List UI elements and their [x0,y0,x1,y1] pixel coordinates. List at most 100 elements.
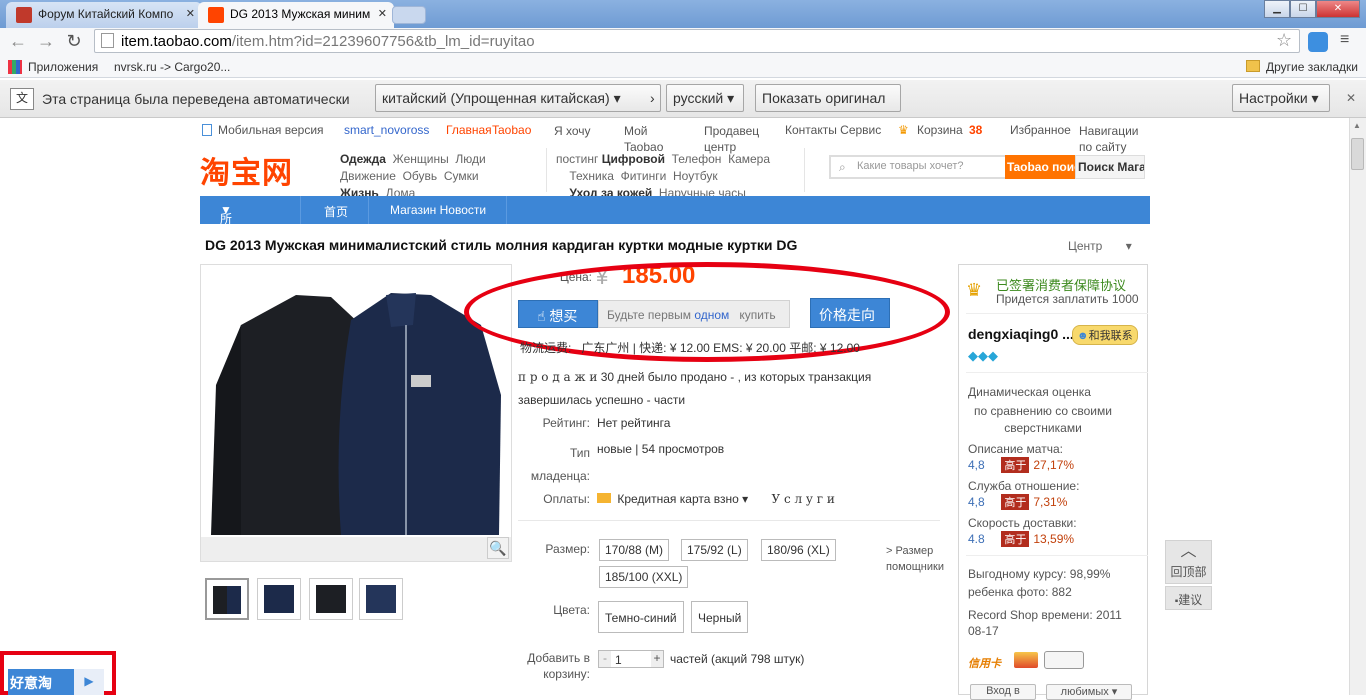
pay-note: Придется заплатить 1000 [996,292,1139,306]
cart-link[interactable]: Корзина [917,123,963,137]
cat-link[interactable]: Техника [569,169,614,183]
new-tab-button[interactable] [392,6,426,24]
zoom-icon[interactable]: 🔍 [487,537,509,559]
seller-name[interactable]: dengxiaqing0 ... [968,326,1074,342]
contact-seller-button[interactable]: ☻和我联系 [1072,325,1138,345]
suggestion-button[interactable]: ▪建议 [1165,586,1212,610]
main-link[interactable]: Главная [446,123,492,137]
forum-favicon-icon [16,7,32,23]
bookmark-nvrsk[interactable]: nvrsk.ru -> Cargo20... [114,60,230,74]
close-translate-icon[interactable]: ✕ [1346,91,1356,105]
tab-forum[interactable]: Форум Китайский Компо ✕ [6,2,202,28]
close-tab-icon[interactable]: ✕ [378,7,387,20]
thumbnail-4[interactable] [359,578,403,620]
cat-title[interactable]: Цифровой [602,152,665,166]
translate-settings-button[interactable]: Настройки ▾ [1232,84,1330,112]
cat-link[interactable]: Ноутбук [673,169,718,183]
size-option-m[interactable]: 170/88 (M) [599,539,670,561]
shop-search-button[interactable]: Поиск Магазин [1075,155,1145,179]
page-scrollbar[interactable] [1349,118,1366,695]
taobao-link[interactable]: Taobao [492,123,531,137]
thumbnail-3[interactable] [309,578,353,620]
scroll-up-icon[interactable]: ▲ [1353,121,1361,130]
play-arrow-icon[interactable]: ▶ [74,669,104,695]
site-navigation-menu[interactable]: Навигации по сайту [1079,123,1139,155]
cat-link[interactable]: Женщины [393,152,449,166]
shop-news-link[interactable]: Магазин Новости [390,203,486,217]
quantity-value[interactable]: 1 [615,653,622,667]
haoyitao-button[interactable]: 好意淘 ▶ [8,669,104,695]
cat-link[interactable]: Камера [728,152,770,166]
home-link[interactable]: 首页 [324,203,348,220]
forward-arrow-icon[interactable]: → [36,32,56,52]
tab-label: Форум Китайский Компо [38,7,174,21]
username-link[interactable]: smart_novoross [344,123,429,137]
cat-link[interactable]: Обувь [403,169,438,183]
bookmark-other[interactable]: Другие закладки [1266,60,1358,74]
divider [518,520,940,521]
size-option-l[interactable]: 175/92 (L) [681,539,748,561]
metric-score: 4,8 [968,495,985,509]
size-helper-link[interactable]: > Размер помощники [886,543,950,575]
to-language-select[interactable]: русский ▾ [666,84,744,112]
sales-prefix: п р о д а ж и [518,370,598,384]
scrollbar-thumb[interactable] [1351,138,1364,170]
address-bar[interactable]: item.taobao.com/item.htm?id=21239607756&… [94,29,1300,53]
metric-pct: 7,31% [1033,495,1068,509]
taobao-logo[interactable]: 淘宝网 [200,148,293,192]
enter-shop-button[interactable]: Вход в [970,684,1036,700]
minimize-icon[interactable]: ▁ [1264,0,1290,18]
thumbnail-2[interactable] [257,578,301,620]
contact-label: 和我联系 [1088,330,1133,342]
search-input[interactable]: ⌕ Какие товары хочет? [829,155,1005,179]
thumbnail-1[interactable] [205,578,249,620]
tab-taobao-product[interactable]: DG 2013 Мужская миним ✕ [198,2,394,28]
quantity-stepper[interactable]: - 1 + [598,650,664,668]
all-categories-link[interactable]: 所有分类 ▼ [220,203,232,277]
cat-link[interactable]: Движение [340,169,396,183]
services-text: У с л у г и [771,492,835,506]
back-arrow-icon[interactable]: ← [8,32,28,52]
cat-link[interactable]: Люди [455,152,485,166]
show-original-button[interactable]: Показать оригинал [755,84,901,112]
cat-link[interactable]: постинг [556,152,598,166]
maximize-icon[interactable]: ☐ [1290,0,1316,18]
bookmark-star-icon[interactable]: ☆ [1276,30,1292,51]
reload-icon[interactable]: ↻ [64,32,84,52]
size-option-xl[interactable]: 180/96 (XL) [761,539,836,561]
from-language-select[interactable]: китайский (Упрощенная китайская) ▾ [375,84,661,112]
bookmark-apps[interactable]: Приложения [28,60,98,74]
payment-value: Кредитная карта взно ▾ У с л у г и [597,492,835,506]
close-window-icon[interactable]: ✕ [1316,0,1360,18]
type-label: Тип младенца: [530,446,590,483]
menu-icon[interactable]: ≡ [1340,31,1349,49]
i-want-menu[interactable]: Я хочу [554,123,604,139]
contacts-link[interactable]: Контакты Сервис [785,123,881,137]
apps-icon [8,60,22,74]
center-dropdown[interactable]: Центр ▾ [1068,239,1132,253]
url-host: item.taobao.com [121,33,232,50]
favorites-menu[interactable]: Избранное [1010,123,1071,137]
metric-label: Описание матча: [968,442,1063,456]
taobao-search-button[interactable]: Taobao поиск [1005,155,1075,179]
window-controls: ▁ ☐ ✕ [1264,0,1360,18]
cat-link[interactable]: Сумки [444,169,479,183]
cat-link[interactable]: Телефон [672,152,722,166]
cat-title[interactable]: Одежда [340,152,386,166]
mobile-version-link[interactable]: Мобильная версия [218,123,324,137]
color-option-black[interactable]: Черный [691,601,749,633]
credit-card-icon [597,493,611,503]
size-option-xxl[interactable]: 185/100 (XXL) [599,566,689,588]
dynamic-title: Динамическая оценка [968,385,1091,399]
increment-icon[interactable]: + [651,651,663,667]
extension-icon[interactable] [1308,32,1328,52]
sales-text: 30 дней было продано - , из которых тран… [600,370,872,384]
close-tab-icon[interactable]: ✕ [186,7,195,20]
favorite-shop-button[interactable]: любимых ▾ [1046,684,1132,700]
trophy-icon: ♛ [966,280,983,300]
divider [966,555,1148,556]
back-to-top-button[interactable]: ︿ 回顶部 [1165,540,1212,584]
color-option-navy[interactable]: Темно-синий [598,601,684,633]
cat-link[interactable]: Фитинги [621,169,667,183]
decrement-icon[interactable]: - [599,651,611,667]
